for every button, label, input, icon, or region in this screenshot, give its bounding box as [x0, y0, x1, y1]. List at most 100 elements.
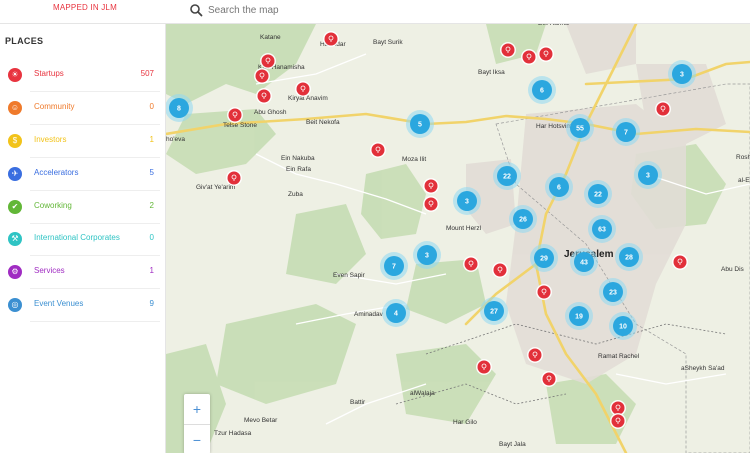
startup-pin[interactable]: [260, 53, 276, 69]
marker-cluster[interactable]: 19: [565, 302, 593, 330]
startup-pin[interactable]: [463, 256, 479, 272]
cluster-count: 3: [465, 199, 469, 206]
place-label: Bet Harina: [538, 24, 569, 27]
category-accelerators[interactable]: ✈ Accelerators 5: [0, 158, 166, 191]
marker-cluster[interactable]: 8: [166, 94, 193, 122]
place-label: Bayt Jala: [499, 441, 526, 448]
cluster-count: 3: [425, 253, 429, 260]
category-label: Services: [34, 266, 65, 275]
marker-cluster[interactable]: 5: [406, 110, 434, 138]
category-international-corporates[interactable]: ⚒ International Corporates 0: [0, 223, 166, 256]
startup-pin[interactable]: [541, 371, 557, 387]
startup-pin[interactable]: [227, 107, 243, 123]
place-label: Telse Stone: [223, 122, 257, 129]
startup-pin[interactable]: [610, 413, 626, 429]
category-count: 0: [149, 233, 154, 242]
place-label: Beit Nekofa: [306, 119, 340, 126]
gear-icon: ⚙: [8, 265, 22, 279]
category-count: 1: [149, 135, 154, 144]
place-label: Tzur Hadasa: [214, 430, 252, 437]
startup-pin[interactable]: [370, 142, 386, 158]
marker-cluster[interactable]: 22: [584, 180, 612, 208]
cluster-count: 26: [519, 217, 527, 224]
marker-cluster[interactable]: 6: [545, 173, 573, 201]
category-community[interactable]: ☺ Community 0: [0, 92, 166, 125]
startup-pin[interactable]: [476, 359, 492, 375]
category-label: Event Venues: [34, 299, 84, 308]
category-services[interactable]: ⚙ Services 1: [0, 256, 166, 289]
category-count: 2: [149, 201, 154, 210]
places-title: PLACES: [5, 36, 44, 46]
startup-pin[interactable]: [423, 178, 439, 194]
category-count: 0: [149, 102, 154, 111]
map-canvas[interactable]: KataneHar AdarBayt SurikBet HarinaKfar H…: [166, 24, 750, 453]
startup-pin[interactable]: [295, 81, 311, 97]
marker-cluster[interactable]: 28: [615, 243, 643, 271]
marker-cluster[interactable]: 3: [413, 241, 441, 269]
category-count: 5: [149, 168, 154, 177]
startup-pin[interactable]: [538, 46, 554, 62]
marker-cluster[interactable]: 7: [380, 252, 408, 280]
startup-pin[interactable]: [226, 170, 242, 186]
category-coworking[interactable]: ✔ Coworking 2: [0, 191, 166, 224]
marker-cluster[interactable]: 43: [570, 248, 598, 276]
thumbs-up-icon: ✔: [8, 200, 22, 214]
place-label: Abu Ghosh: [254, 109, 287, 116]
cluster-count: 43: [580, 260, 588, 267]
cluster-count: 3: [680, 72, 684, 79]
startup-pin[interactable]: [323, 31, 339, 47]
startup-pin[interactable]: [536, 284, 552, 300]
marker-cluster[interactable]: 29: [530, 244, 558, 272]
people-icon: ☺: [8, 101, 22, 115]
category-count: 507: [140, 69, 154, 78]
marker-cluster[interactable]: 55: [566, 114, 594, 142]
category-startups[interactable]: ☀ Startups 507: [0, 59, 166, 92]
startup-pin[interactable]: [527, 347, 543, 363]
marker-cluster[interactable]: 3: [668, 60, 696, 88]
zoom-out-button[interactable]: −: [184, 424, 210, 453]
marker-cluster[interactable]: 26: [509, 205, 537, 233]
category-event-venues[interactable]: ◎ Event Venues 9: [0, 289, 166, 322]
startup-pin[interactable]: [492, 262, 508, 278]
startup-pin[interactable]: [423, 196, 439, 212]
marker-cluster[interactable]: 3: [634, 161, 662, 189]
brand-logo-text[interactable]: MAPPED IN JLM: [53, 3, 117, 12]
place-label: al-Eiz: [738, 177, 750, 184]
cluster-count: 19: [575, 314, 583, 321]
place-label: alWalaja: [410, 390, 435, 397]
marker-cluster[interactable]: 3: [453, 187, 481, 215]
cluster-count: 6: [557, 185, 561, 192]
marker-cluster[interactable]: 7: [612, 118, 640, 146]
globe-icon: ◎: [8, 298, 22, 312]
marker-cluster[interactable]: 10: [609, 312, 637, 340]
cluster-count: 7: [392, 264, 396, 271]
cluster-count: 27: [490, 309, 498, 316]
marker-cluster[interactable]: 22: [493, 162, 521, 190]
category-count: 1: [149, 266, 154, 275]
map-view[interactable]: KataneHar AdarBayt SurikBet HarinaKfar H…: [166, 24, 750, 453]
marker-cluster[interactable]: 27: [480, 297, 508, 325]
startup-pin[interactable]: [672, 254, 688, 270]
place-label: Katane: [260, 34, 281, 41]
place-label: Abu Dis: [721, 266, 745, 273]
category-label: Accelerators: [34, 168, 79, 177]
place-label: Giv'at Ye'arim: [196, 184, 235, 191]
startup-pin[interactable]: [655, 101, 671, 117]
search-icon[interactable]: [189, 3, 203, 17]
startup-pin[interactable]: [254, 68, 270, 84]
cluster-count: 23: [609, 290, 617, 297]
marker-cluster[interactable]: 6: [528, 76, 556, 104]
cluster-count: 8: [177, 106, 181, 113]
wrench-icon: ⚒: [8, 232, 22, 246]
search-input[interactable]: [208, 3, 608, 17]
startup-pin[interactable]: [500, 42, 516, 58]
marker-cluster[interactable]: 63: [588, 215, 616, 243]
zoom-in-button[interactable]: +: [184, 394, 210, 424]
marker-cluster[interactable]: 23: [599, 278, 627, 306]
category-investors[interactable]: $ Investors 1: [0, 125, 166, 158]
marker-cluster[interactable]: 4: [382, 299, 410, 327]
startup-pin[interactable]: [256, 88, 272, 104]
startup-pin[interactable]: [521, 49, 537, 65]
place-label: Kiryat Anavim: [288, 95, 328, 102]
place-label: Har Gilo: [453, 419, 477, 426]
